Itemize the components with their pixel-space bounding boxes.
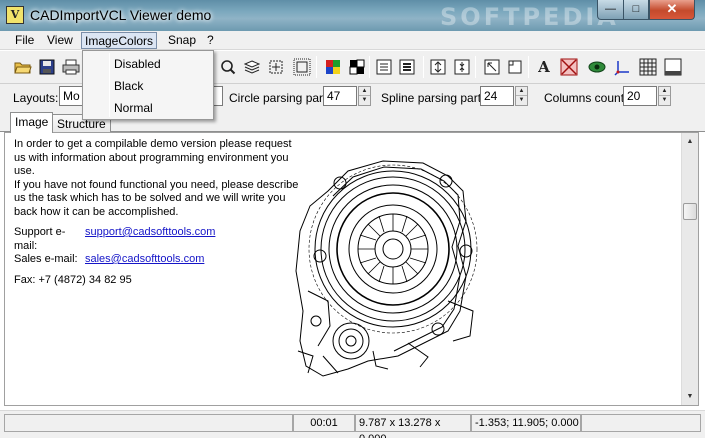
open-folder-icon[interactable] [13, 57, 33, 77]
toolbar-separator [475, 56, 476, 78]
info-text: In order to get a compilable demo versio… [14, 138, 304, 287]
columns-count-spinner[interactable]: ▲ ▼ [658, 86, 671, 106]
menu-view[interactable]: View [44, 32, 76, 49]
blank-page-icon[interactable] [663, 57, 683, 77]
spline-parsing-spinner[interactable]: ▲ ▼ [515, 86, 528, 106]
tab-image[interactable]: Image [10, 112, 54, 133]
sales-email-link[interactable]: sales@cadsofttools.com [85, 253, 204, 267]
zoom-extents-icon[interactable] [218, 57, 238, 77]
toolbar-separator [423, 56, 424, 78]
split-horizontal-icon[interactable] [452, 57, 472, 77]
circle-parsing-label: Circle parsing parts: [229, 91, 336, 105]
menu-gutter [109, 53, 110, 117]
menu-imagecolors[interactable]: ImageColors [81, 32, 158, 49]
cross-box-icon[interactable] [559, 57, 579, 77]
toolbar-separator [369, 56, 370, 78]
info-paragraph-compile: In order to get a compilable demo versio… [14, 138, 292, 177]
sales-email-label: Sales e-mail: [14, 253, 78, 265]
status-coordinates: -1.353; 11.905; 0.000 [471, 414, 581, 432]
spin-up-icon[interactable]: ▲ [659, 87, 670, 96]
save-icon[interactable] [37, 57, 57, 77]
eye-icon[interactable] [587, 57, 607, 77]
black-white-icon[interactable] [347, 57, 367, 77]
window-title: CADImportVCL Viewer demo [30, 7, 212, 23]
fit-page-icon[interactable] [292, 57, 312, 77]
spin-down-icon[interactable]: ▼ [516, 96, 527, 105]
grid-icon[interactable] [638, 57, 658, 77]
status-extra [581, 414, 701, 432]
layouts-label: Layouts: [13, 91, 59, 105]
status-bar: 00:01 9.787 x 13.278 x 0.000 -1.353; 11.… [0, 410, 705, 438]
toolbar-separator [316, 56, 317, 78]
spin-down-icon[interactable]: ▼ [659, 96, 670, 105]
image-view[interactable]: In order to get a compilable demo versio… [4, 132, 699, 406]
watermark: SOFTPEDIA [440, 3, 619, 31]
toolbar-separator [528, 56, 529, 78]
columns-count-label: Columns count: [544, 91, 628, 105]
print-icon[interactable] [61, 57, 81, 77]
text-list-filled-icon[interactable] [397, 57, 417, 77]
maximize-button[interactable]: □ [623, 0, 649, 20]
spin-up-icon[interactable]: ▲ [516, 87, 527, 96]
font-icon[interactable]: A [534, 57, 554, 77]
axes-icon[interactable] [613, 57, 633, 77]
support-email-link[interactable]: support@cadsofttools.com [85, 226, 215, 253]
circle-parsing-spinner[interactable]: ▲ ▼ [358, 86, 371, 106]
columns-count-input[interactable]: 20 [623, 86, 657, 106]
frame-icon[interactable] [482, 57, 502, 77]
menu-help[interactable]: ? [204, 32, 217, 49]
minimize-button[interactable]: — [597, 0, 624, 20]
vertical-scrollbar[interactable]: ▲ ▼ [681, 133, 698, 405]
close-button[interactable]: ✕ [649, 0, 695, 20]
scroll-up-icon[interactable]: ▲ [682, 133, 698, 150]
fit-window-icon[interactable] [266, 57, 286, 77]
color-mode-icon[interactable] [323, 57, 343, 77]
circle-parsing-input[interactable]: 47 [323, 86, 357, 106]
support-row: Support e-mail: support@cadsofttools.com [14, 226, 304, 253]
split-vertical-icon[interactable] [428, 57, 448, 77]
spin-up-icon[interactable]: ▲ [359, 87, 370, 96]
menu-bar: File View ImageColors Snap ? [0, 31, 705, 50]
title-bar[interactable]: SOFTPEDIA V CADImportVCL Viewer demo — □… [0, 0, 705, 31]
scroll-down-icon[interactable]: ▼ [682, 388, 698, 405]
spline-parsing-input[interactable]: 24 [480, 86, 514, 106]
app-icon[interactable]: V [6, 6, 24, 24]
support-email-label: Support e-mail: [14, 226, 66, 252]
layers-icon[interactable] [242, 57, 262, 77]
sales-row: Sales e-mail: sales@cadsofttools.com [14, 253, 304, 267]
fax-number: Fax: +7 (4872) 34 82 95 [14, 273, 132, 286]
menu-snap[interactable]: Snap [165, 32, 199, 49]
text-list-icon[interactable] [374, 57, 394, 77]
menu-option-black[interactable]: Black [114, 79, 143, 93]
frame-small-icon[interactable] [505, 57, 525, 77]
imagecolors-dropdown: Disabled Black Normal [82, 50, 214, 120]
scroll-thumb[interactable] [683, 203, 697, 220]
status-empty [4, 414, 293, 432]
info-paragraph-request: If you have not found functional you nee… [14, 178, 299, 218]
spin-down-icon[interactable]: ▼ [359, 96, 370, 105]
app-window: SOFTPEDIA V CADImportVCL Viewer demo — □… [0, 0, 705, 438]
menu-option-disabled[interactable]: Disabled [114, 57, 161, 71]
spline-parsing-label: Spline parsing parts: [381, 91, 491, 105]
menu-option-normal[interactable]: Normal [114, 101, 153, 115]
status-time: 00:01 [293, 414, 355, 432]
menu-file[interactable]: File [12, 32, 37, 49]
cad-drawing[interactable] [288, 151, 488, 381]
status-dimensions: 9.787 x 13.278 x 0.000 [355, 414, 471, 438]
